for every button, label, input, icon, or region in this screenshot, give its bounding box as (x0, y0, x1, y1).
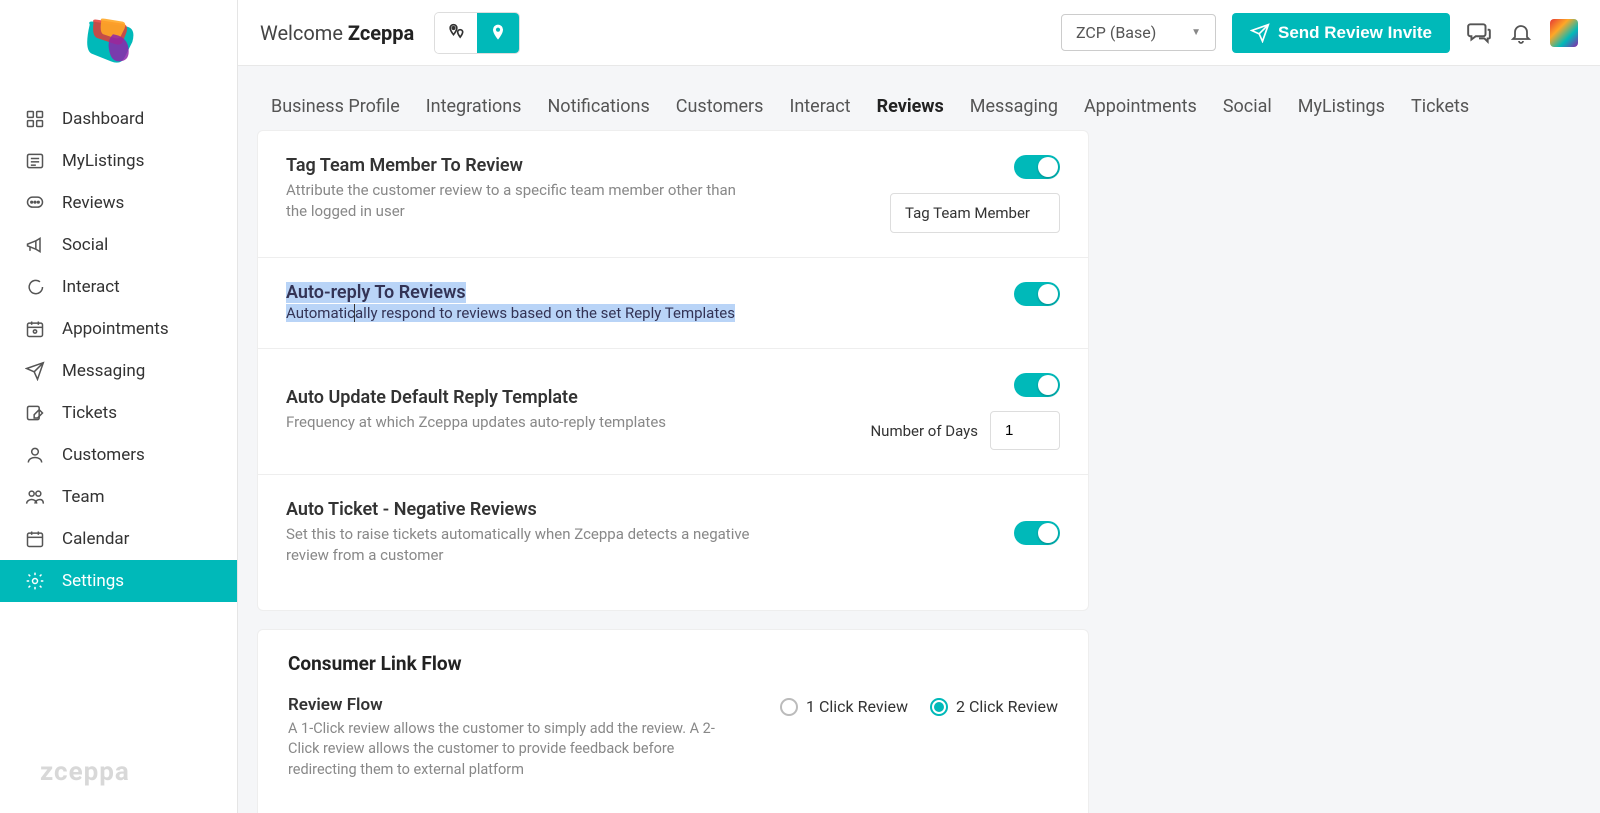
setting-auto-reply: Auto-reply To Reviews Automatically resp… (258, 258, 1088, 349)
radio-icon (930, 698, 948, 716)
tab-reviews[interactable]: Reviews (875, 90, 946, 134)
sidebar-item-label: Social (62, 235, 108, 255)
paper-plane-icon (1250, 23, 1270, 43)
sidebar-item-appointments[interactable]: Appointments (0, 308, 237, 350)
setting-auto-ticket: Auto Ticket - Negative Reviews Set this … (258, 475, 1088, 590)
settings-tabs: Business Profile Integrations Notification… (257, 80, 1483, 134)
sidebar-item-label: MyListings (62, 151, 144, 171)
sidebar-item-label: Reviews (62, 193, 124, 213)
toggle-auto-reply[interactable] (1014, 282, 1060, 306)
tab-integrations[interactable]: Integrations (424, 90, 524, 134)
bell-icon[interactable] (1508, 20, 1534, 46)
chat-dots-icon (24, 192, 46, 214)
sidebar-item-label: Appointments (62, 319, 169, 339)
sidebar-item-team[interactable]: Team (0, 476, 237, 518)
sidebar-item-dashboard[interactable]: Dashboard (0, 98, 237, 140)
list-icon (24, 150, 46, 172)
tag-team-member-select[interactable]: Tag Team Member (890, 193, 1060, 233)
toggle-auto-ticket[interactable] (1014, 521, 1060, 545)
gear-icon (24, 570, 46, 592)
paper-plane-icon (24, 360, 46, 382)
tab-business-profile[interactable]: Business Profile (269, 90, 402, 134)
people-icon (24, 486, 46, 508)
multi-location-icon[interactable] (435, 13, 477, 53)
radio-label: 1 Click Review (806, 697, 908, 716)
main-content: Tag Team Member To Review Attribute the … (257, 130, 1089, 813)
flow-desc: A 1-Click review allows the customer to … (288, 719, 738, 780)
review-settings-card: Tag Team Member To Review Attribute the … (257, 130, 1089, 611)
sidebar-item-label: Interact (62, 277, 120, 297)
sidebar-item-label: Messaging (62, 361, 145, 381)
chat-icon[interactable] (1466, 20, 1492, 46)
setting-title: Auto Ticket - Negative Reviews (286, 499, 756, 520)
watermark: zceppa (40, 757, 130, 787)
sidebar-item-messaging[interactable]: Messaging (0, 350, 237, 392)
avatar[interactable] (1550, 19, 1578, 47)
sidebar-item-social[interactable]: Social (0, 224, 237, 266)
sidebar-item-tickets[interactable]: Tickets (0, 392, 237, 434)
speech-icon (24, 276, 46, 298)
calendar2-icon (24, 528, 46, 550)
toggle-auto-update-template[interactable] (1014, 373, 1060, 397)
tab-messaging[interactable]: Messaging (968, 90, 1060, 134)
sidebar-item-calendar[interactable]: Calendar (0, 518, 237, 560)
days-input[interactable] (990, 411, 1060, 450)
person-icon (24, 444, 46, 466)
sidebar-item-label: Customers (62, 445, 145, 465)
setting-auto-update-template: Auto Update Default Reply Template Frequ… (258, 349, 1088, 475)
tab-social[interactable]: Social (1221, 90, 1274, 134)
sidebar-item-label: Calendar (62, 529, 129, 549)
edit-icon (24, 402, 46, 424)
flow-title: Review Flow (288, 695, 738, 715)
sidebar-item-reviews[interactable]: Reviews (0, 182, 237, 224)
radio-1-click-review[interactable]: 1 Click Review (780, 697, 908, 716)
section-title: Consumer Link Flow (258, 630, 1088, 685)
sidebar-item-label: Dashboard (62, 109, 144, 129)
tab-interact[interactable]: Interact (787, 90, 852, 134)
logo (0, 0, 237, 88)
tab-appointments[interactable]: Appointments (1082, 90, 1199, 134)
days-label: Number of Days (870, 422, 978, 440)
consumer-link-flow-card: Consumer Link Flow Review Flow A 1-Click… (257, 629, 1089, 813)
megaphone-icon (24, 234, 46, 256)
text-cursor (354, 304, 355, 322)
review-flow-radio-group: 1 Click Review 2 Click Review (780, 695, 1058, 780)
radio-2-click-review[interactable]: 2 Click Review (930, 697, 1058, 716)
zceppa-logo-icon (80, 18, 142, 66)
grid-icon (24, 108, 46, 130)
setting-tag-team-member: Tag Team Member To Review Attribute the … (258, 131, 1088, 258)
setting-title: Auto-reply To Reviews (286, 282, 466, 303)
chevron-down-icon: ▼ (1191, 27, 1201, 38)
radio-label: 2 Click Review (956, 697, 1058, 716)
toggle-tag-team-member[interactable] (1014, 155, 1060, 179)
tab-tickets[interactable]: Tickets (1409, 90, 1471, 134)
radio-icon (780, 698, 798, 716)
sidebar-item-settings[interactable]: Settings (0, 560, 237, 602)
sidebar-item-customers[interactable]: Customers (0, 434, 237, 476)
send-review-invite-button[interactable]: Send Review Invite (1232, 13, 1450, 53)
calendar-icon (24, 318, 46, 340)
sidebar-item-label: Team (62, 487, 105, 507)
setting-title: Tag Team Member To Review (286, 155, 756, 176)
sidebar-item-label: Tickets (62, 403, 117, 423)
sidebar: Dashboard MyListings Reviews Social Interact… (0, 0, 238, 813)
sidebar-item-label: Settings (62, 571, 124, 591)
setting-title: Auto Update Default Reply Template (286, 387, 756, 408)
single-location-icon[interactable] (477, 13, 519, 53)
welcome-text: Welcome Zceppa (260, 21, 414, 45)
location-mode-toggle (434, 12, 520, 54)
setting-desc: Set this to raise tickets automatically … (286, 524, 756, 566)
setting-desc: Frequency at which Zceppa updates auto-r… (286, 412, 756, 433)
sidebar-item-interact[interactable]: Interact (0, 266, 237, 308)
sidebar-item-mylistings[interactable]: MyListings (0, 140, 237, 182)
tab-notifications[interactable]: Notifications (545, 90, 651, 134)
tab-mylistings[interactable]: MyListings (1296, 90, 1387, 134)
setting-desc: Attribute the customer review to a speci… (286, 180, 756, 222)
tab-customers[interactable]: Customers (674, 90, 766, 134)
location-select[interactable]: ZCP (Base) ▼ (1061, 14, 1216, 51)
topbar: Welcome Zceppa ZCP (Base) ▼ Send Review … (238, 0, 1600, 66)
